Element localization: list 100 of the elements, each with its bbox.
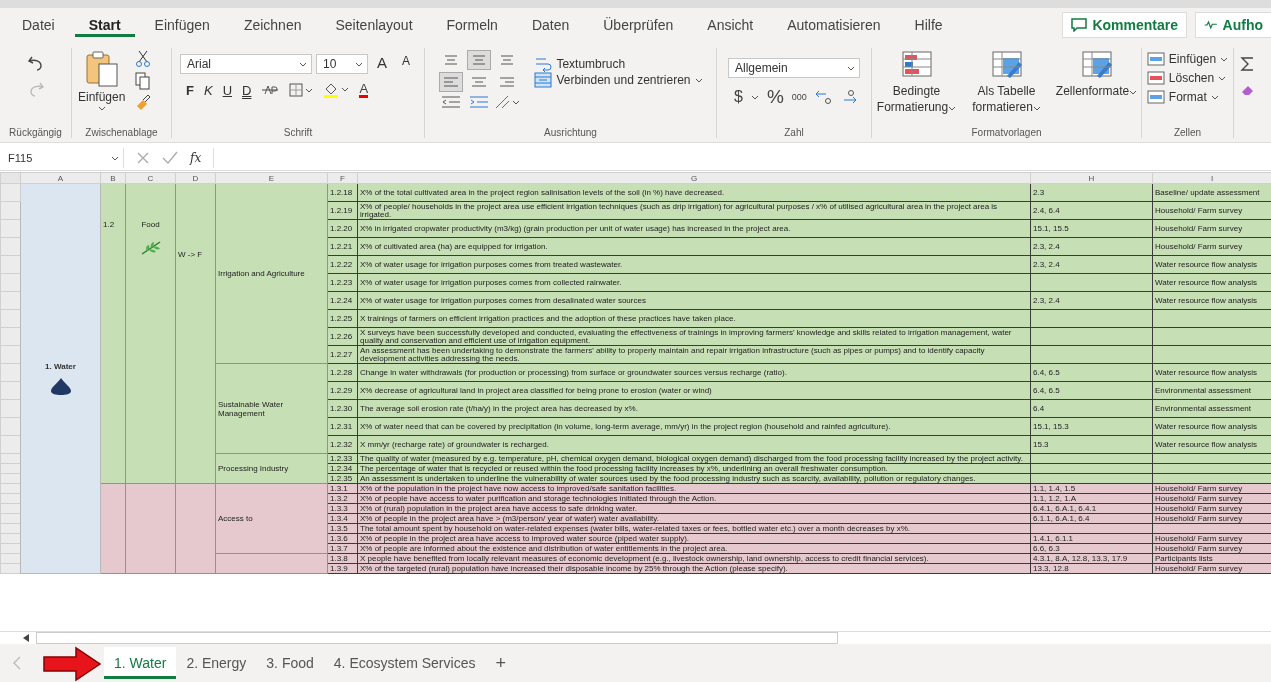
column-header[interactable]: B bbox=[100, 172, 126, 184]
row-header[interactable] bbox=[0, 513, 21, 524]
font-family-dropdown[interactable]: Arial bbox=[180, 54, 312, 74]
column-header[interactable]: F bbox=[327, 172, 358, 184]
cells-button[interactable]: Löschen bbox=[1146, 71, 1227, 85]
row-header[interactable] bbox=[0, 453, 21, 464]
row-header[interactable] bbox=[0, 503, 21, 514]
wrap-text-button[interactable]: Textumbruch bbox=[534, 56, 626, 72]
row-header[interactable] bbox=[0, 533, 21, 544]
column-header[interactable]: D bbox=[175, 172, 216, 184]
menu-tab[interactable]: Start bbox=[74, 13, 135, 37]
table-cell: 1.3.6 bbox=[327, 533, 358, 544]
check-icon[interactable] bbox=[162, 151, 178, 165]
add-sheet-button[interactable]: + bbox=[485, 648, 516, 678]
scissors-icon[interactable] bbox=[135, 50, 152, 68]
table-cell: Household/ Farm survey bbox=[1152, 493, 1271, 504]
table-cell: Household/ Farm survey bbox=[1152, 533, 1271, 544]
column-header[interactable]: C bbox=[125, 172, 176, 184]
row-header[interactable] bbox=[0, 563, 21, 574]
column-header[interactable]: E bbox=[215, 172, 328, 184]
font-style-button[interactable]: U bbox=[222, 82, 232, 98]
menu-tab[interactable]: Hilfe bbox=[900, 13, 957, 37]
style-button[interactable]: Bedingte Formatierung bbox=[873, 48, 960, 115]
cancel-icon[interactable] bbox=[136, 151, 150, 165]
copy-icon[interactable] bbox=[135, 72, 152, 90]
menu-tab[interactable]: Ansicht bbox=[693, 13, 768, 37]
strikethrough-icon[interactable] bbox=[261, 83, 280, 97]
group-label: Zellen bbox=[1173, 127, 1202, 138]
menu-tab[interactable]: Überprüfen bbox=[589, 13, 688, 37]
insert-function-button[interactable]: fx bbox=[190, 151, 202, 165]
clipboard-icon bbox=[84, 50, 119, 88]
font-style-button[interactable]: D bbox=[242, 82, 252, 98]
font-style-button[interactable]: F bbox=[186, 82, 194, 98]
thousands-button[interactable]: 000 bbox=[791, 92, 807, 102]
style-button[interactable]: Als Tabelle formatieren bbox=[963, 48, 1050, 115]
name-box[interactable]: F115 bbox=[4, 148, 124, 168]
sheet-tab[interactable]: 2. Energy bbox=[176, 647, 257, 679]
cells-button[interactable]: Format bbox=[1146, 90, 1219, 104]
category-cell: Sustainable Water Management bbox=[215, 363, 328, 454]
percent-button[interactable]: % bbox=[766, 86, 784, 108]
fill-color-icon[interactable] bbox=[323, 82, 350, 98]
style-button[interactable]: Zellenformate bbox=[1053, 48, 1140, 99]
menu-tab[interactable]: Formeln bbox=[432, 13, 512, 37]
paste-button[interactable]: Einfügen bbox=[78, 48, 126, 111]
record-button[interactable]: Aufho bbox=[1195, 12, 1271, 38]
table-cell: 6.1.1, 6.A.1, 6.4 bbox=[1030, 513, 1153, 524]
pulse-icon bbox=[1204, 19, 1218, 31]
menu-tab[interactable]: Zeichnen bbox=[229, 13, 316, 37]
table-cell: X% of people are informed about the existence and distribution of water entitlements in the project area. bbox=[357, 543, 1031, 554]
decrease-indent-icon[interactable] bbox=[441, 95, 462, 109]
eraser-icon[interactable] bbox=[1240, 84, 1254, 96]
sheet-tab[interactable]: 1. Water bbox=[104, 647, 177, 679]
row-header[interactable] bbox=[0, 523, 21, 534]
merge-center-button[interactable]: Verbinden und zentrieren bbox=[534, 72, 703, 88]
row-header[interactable] bbox=[0, 463, 21, 474]
increase-indent-icon[interactable] bbox=[469, 95, 490, 109]
number-format-dropdown[interactable]: Allgemein bbox=[728, 58, 860, 78]
undo-icon[interactable] bbox=[26, 54, 45, 72]
font-size-dropdown[interactable]: 10 bbox=[316, 54, 368, 74]
sector-cell: Food bbox=[125, 183, 176, 484]
sheet-tab[interactable]: 4. Ecosystem Services bbox=[323, 647, 486, 679]
row-header[interactable] bbox=[0, 543, 21, 554]
column-header[interactable]: H bbox=[1030, 172, 1153, 184]
table-style-icon bbox=[990, 50, 1023, 80]
currency-button[interactable]: $ bbox=[734, 88, 743, 106]
column-header[interactable]: I bbox=[1152, 172, 1271, 184]
column-header[interactable]: G bbox=[357, 172, 1031, 184]
menu-tab[interactable]: Einfügen bbox=[140, 13, 224, 37]
row-header[interactable] bbox=[0, 483, 21, 494]
font-color-button[interactable]: A bbox=[359, 82, 369, 98]
menu-tab[interactable]: Automatisieren bbox=[773, 13, 895, 37]
table-cell: 6.4.1, 6.A.1, 6.4.1 bbox=[1030, 503, 1153, 514]
cells-button[interactable]: Einfügen bbox=[1146, 52, 1229, 66]
sheet-tab[interactable]: 3. Food bbox=[256, 647, 324, 679]
chevron-left-icon[interactable] bbox=[12, 656, 22, 670]
comments-button[interactable]: Kommentare bbox=[1062, 12, 1187, 38]
merge-cells-icon bbox=[534, 72, 553, 88]
align-button[interactable] bbox=[439, 72, 464, 92]
caret-icon bbox=[948, 106, 957, 111]
column-header[interactable]: A bbox=[20, 172, 101, 184]
format-painter-icon[interactable] bbox=[135, 94, 152, 112]
wrap-text-icon bbox=[534, 56, 553, 72]
horizontal-scrollbar[interactable] bbox=[36, 632, 838, 644]
row-header[interactable] bbox=[0, 553, 21, 564]
group-label: Formatvorlagen bbox=[971, 127, 1042, 138]
table-cell: 1.1, 1.4, 1.5 bbox=[1030, 483, 1153, 494]
menu-tab[interactable]: Seitenlayout bbox=[321, 13, 427, 37]
row-header[interactable] bbox=[0, 493, 21, 504]
grow-font-button[interactable]: A bbox=[372, 54, 392, 71]
align-button[interactable] bbox=[467, 50, 492, 70]
shrink-font-button[interactable]: A bbox=[396, 54, 416, 68]
increase-decimal-icon[interactable] bbox=[814, 89, 833, 105]
text-orientation-icon[interactable] bbox=[494, 94, 521, 110]
font-style-button[interactable]: K bbox=[203, 82, 213, 98]
menu-tab[interactable]: Datei bbox=[8, 13, 69, 37]
row-header[interactable] bbox=[0, 473, 21, 484]
caret-icon[interactable] bbox=[750, 94, 759, 100]
borders-icon[interactable] bbox=[289, 83, 314, 97]
sum-icon[interactable] bbox=[1240, 56, 1254, 72]
menu-tab[interactable]: Daten bbox=[517, 13, 584, 37]
